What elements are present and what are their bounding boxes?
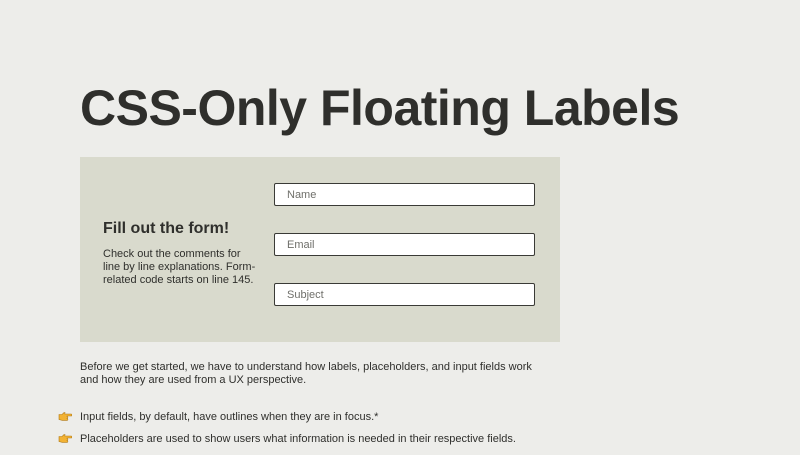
- pointing-hand-icon: [58, 411, 73, 421]
- intro-paragraph: Before we get started, we have to unders…: [80, 361, 532, 386]
- form-heading: Fill out the form!: [103, 220, 230, 237]
- form-description: Check out the comments for line by line …: [103, 248, 256, 286]
- bullet-list: Input fields, by default, have outlines …: [58, 411, 758, 455]
- list-item: Input fields, by default, have outlines …: [58, 411, 758, 424]
- page-title: CSS-Only Floating Labels: [80, 80, 680, 136]
- pointing-hand-icon: [58, 433, 73, 443]
- list-item-text: Placeholders are used to show users what…: [80, 433, 516, 445]
- list-item-text: Input fields, by default, have outlines …: [80, 411, 379, 423]
- subject-input[interactable]: [274, 283, 535, 306]
- name-input[interactable]: [274, 183, 535, 206]
- email-input[interactable]: [274, 233, 535, 256]
- list-item: Placeholders are used to show users what…: [58, 433, 758, 446]
- form-panel: Fill out the form! Check out the comment…: [80, 157, 560, 342]
